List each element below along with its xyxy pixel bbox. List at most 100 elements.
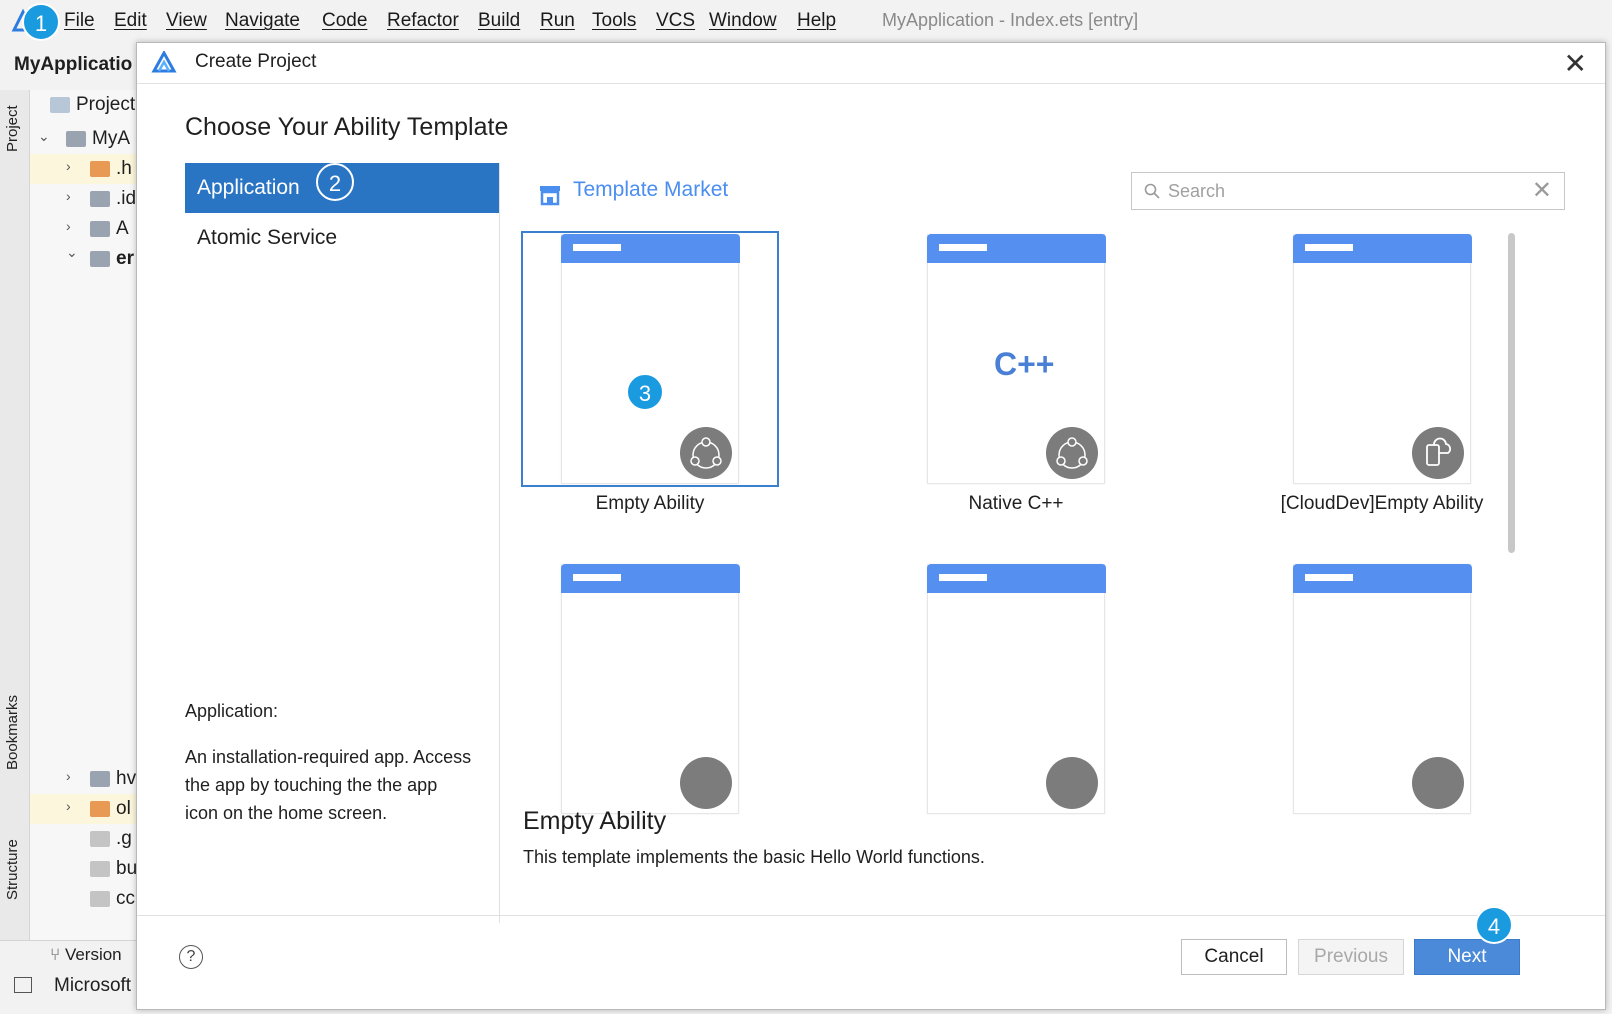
category-description: An installation-required app. Access the… — [185, 747, 472, 823]
template-name: Native C++ — [968, 493, 1064, 514]
search-box: ✕ — [1131, 172, 1565, 210]
file-icon — [90, 861, 110, 877]
ability-badge-icon — [680, 757, 732, 809]
template-preview — [927, 564, 1106, 814]
create-project-dialog: Create Project ✕ Choose Your Ability Tem… — [136, 42, 1606, 1010]
folder-icon — [90, 251, 110, 267]
selected-template-title: Empty Ability — [523, 807, 667, 835]
tree-row[interactable]: cc — [30, 884, 140, 914]
template-preview — [1293, 564, 1472, 814]
menu-code[interactable]: Code — [322, 10, 367, 32]
menu-view[interactable]: View — [166, 10, 207, 32]
folder-icon — [90, 801, 110, 817]
version-control-label[interactable]: ⑂ Version — [50, 945, 122, 965]
template-preview — [1293, 234, 1472, 484]
preview-title-bar — [1293, 234, 1472, 263]
folder-icon — [90, 221, 110, 237]
template-preview: C++ — [927, 234, 1106, 484]
template-market-link[interactable]: Template Market — [573, 178, 728, 202]
template-preview — [561, 234, 740, 484]
template-badge-icon — [1046, 757, 1098, 809]
microsoft-label[interactable]: Microsoft — [54, 975, 131, 997]
menu-tools[interactable]: Tools — [592, 10, 636, 32]
category-description-title: Application: — [185, 701, 279, 721]
project-tool-header[interactable]: Project — [30, 90, 140, 120]
side-tab-bookmarks[interactable]: Bookmarks — [4, 695, 21, 770]
preview-title-bar — [561, 564, 740, 593]
tree-row[interactable]: › ol — [30, 794, 140, 824]
template-badge-icon — [1412, 757, 1464, 809]
menu-window[interactable]: Window — [709, 10, 777, 32]
chevron-right-icon: › — [66, 218, 71, 234]
file-icon — [90, 891, 110, 907]
chevron-right-icon: › — [66, 158, 71, 174]
search-icon — [1144, 183, 1160, 199]
menu-refactor[interactable]: Refactor — [387, 10, 459, 32]
menu-vcs[interactable]: VCS — [656, 10, 695, 32]
folder-icon — [90, 191, 110, 207]
template-card[interactable] — [887, 561, 1145, 827]
menu-help[interactable]: Help — [797, 10, 836, 32]
chevron-down-icon: ⌄ — [66, 244, 78, 260]
footer-divider — [137, 915, 1605, 916]
template-name: Empty Ability — [595, 493, 705, 514]
cloud-badge-icon — [1412, 427, 1464, 479]
menu-file[interactable]: File — [64, 10, 95, 32]
step-marker-1: 1 — [22, 3, 60, 41]
template-grid-scrollbar[interactable] — [1508, 233, 1515, 553]
branch-icon: ⑂ — [50, 945, 61, 964]
dialog-title: Create Project — [195, 51, 317, 72]
tree-row[interactable]: bu — [30, 854, 140, 884]
window-title: MyApplication - Index.ets [entry] — [882, 10, 1139, 30]
step-marker-3: 3 — [626, 373, 664, 411]
template-grid: Empty Ability C++ Native C++ [CloudDev]E — [499, 231, 1599, 827]
tree-row[interactable]: › .h — [30, 154, 140, 184]
side-tab-structure[interactable]: Structure — [4, 839, 21, 900]
cancel-button[interactable]: Cancel — [1181, 939, 1287, 975]
ide-bottom-bar: ⑂ Version Microsoft — [0, 940, 140, 1014]
tree-row[interactable]: .g — [30, 824, 140, 854]
chevron-down-icon: ⌄ — [38, 128, 50, 144]
ide-project-name: MyApplicatio — [14, 54, 133, 75]
preview-title-bar — [927, 564, 1106, 593]
chevron-right-icon: › — [66, 188, 71, 204]
menu-run[interactable]: Run — [540, 10, 575, 32]
step-marker-2: 2 — [316, 163, 354, 201]
store-icon — [540, 186, 560, 206]
tree-row[interactable]: › .id — [30, 184, 140, 214]
menu-edit[interactable]: Edit — [114, 10, 147, 32]
ability-badge-icon — [680, 427, 732, 479]
preview-title-bar — [1293, 564, 1472, 593]
template-card-clouddev-empty-ability[interactable]: [CloudDev]Empty Ability — [1253, 231, 1511, 541]
template-card[interactable] — [521, 561, 779, 827]
template-preview — [561, 564, 740, 814]
close-icon[interactable]: ✕ — [1564, 47, 1587, 80]
menu-navigate[interactable]: Navigate — [225, 10, 300, 32]
template-card[interactable] — [1253, 561, 1511, 827]
previous-button[interactable]: Previous — [1298, 939, 1404, 975]
tree-row[interactable]: › A — [30, 214, 140, 244]
chevron-right-icon: › — [66, 768, 71, 784]
page-title: Choose Your Ability Template — [185, 113, 509, 141]
ability-badge-icon — [1046, 427, 1098, 479]
project-tree: Project ⌄ MyA › .h › .id › A ⌄ er › ol ›… — [30, 90, 140, 940]
tree-row[interactable]: ⌄ er — [30, 244, 140, 274]
clear-search-icon[interactable]: ✕ — [1532, 176, 1552, 205]
tree-row[interactable]: ⌄ MyA — [30, 124, 140, 154]
help-icon[interactable]: ? — [179, 945, 203, 969]
selected-template-description: This template implements the basic Hello… — [523, 847, 985, 867]
tree-row[interactable]: › hv — [30, 764, 140, 794]
next-button[interactable]: Next — [1414, 939, 1520, 975]
ide-side-tool-strip: Project Bookmarks Structure — [0, 90, 30, 980]
step-marker-4: 4 — [1475, 906, 1513, 944]
search-input[interactable] — [1168, 177, 1528, 205]
dialog-title-divider — [137, 83, 1605, 84]
side-tab-project[interactable]: Project — [4, 105, 21, 152]
folder-icon — [66, 131, 86, 147]
template-name: [CloudDev]Empty Ability — [1280, 493, 1484, 514]
template-card-native-cpp[interactable]: C++ Native C++ — [887, 231, 1145, 541]
preview-title-bar — [927, 234, 1106, 263]
folder-icon — [90, 161, 110, 177]
category-atomic-service[interactable]: Atomic Service — [185, 213, 499, 263]
menu-build[interactable]: Build — [478, 10, 520, 32]
